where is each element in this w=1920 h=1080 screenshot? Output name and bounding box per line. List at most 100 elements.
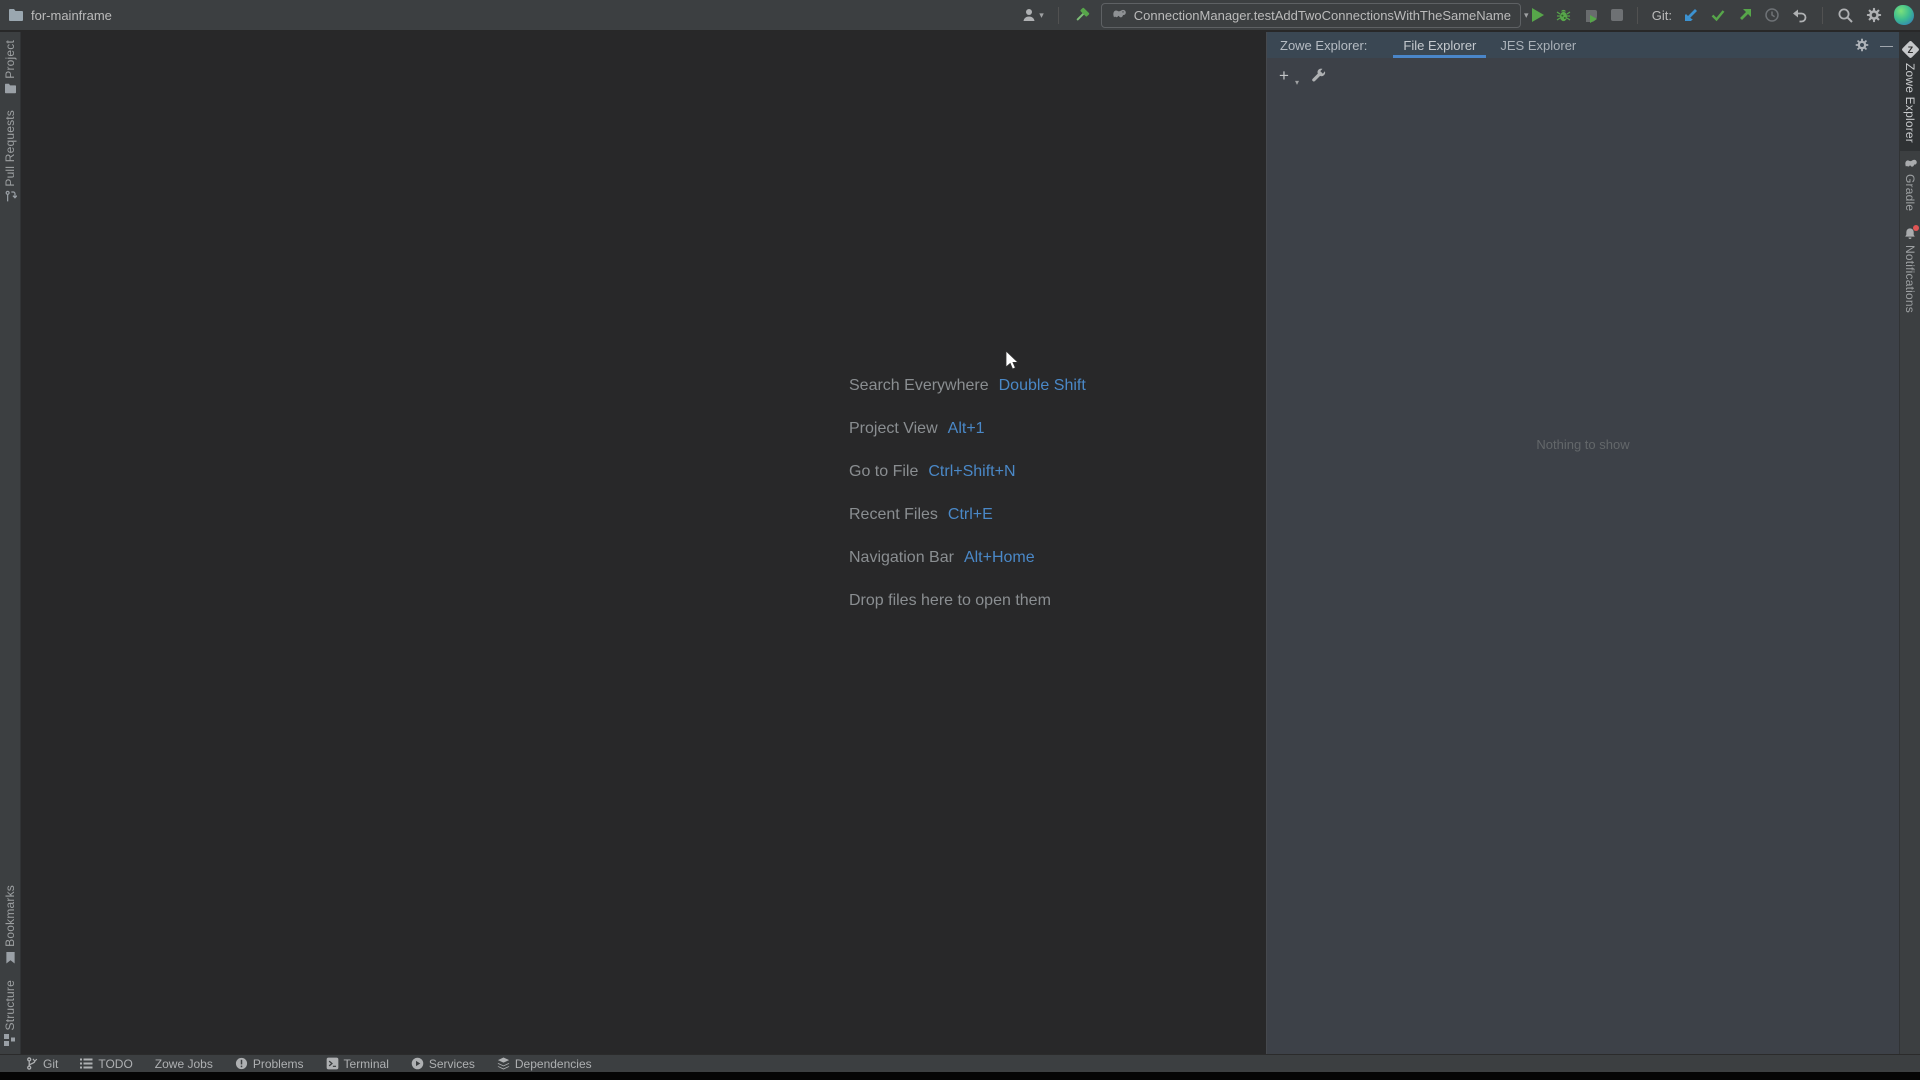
build-hammer-icon <box>1073 7 1090 24</box>
shortcut-row: Go to File Ctrl+Shift+N <box>849 450 1086 493</box>
sphere-icon <box>1894 5 1914 25</box>
shortcut-row: Drop files here to open them <box>849 579 1086 622</box>
shortcut-keys: Alt+Home <box>963 548 1035 566</box>
statusbar-item-git[interactable]: Git <box>26 1057 58 1071</box>
terminal-icon <box>326 1057 338 1070</box>
git-commit-button[interactable] <box>1710 7 1726 23</box>
stripe-button-pull-requests[interactable]: Pull Requests <box>0 102 21 212</box>
shortcut-row: Search Everywhere Double Shift <box>849 364 1086 407</box>
tool-window-gear-button[interactable] <box>1854 37 1870 53</box>
stripe-button-zowe-explorer[interactable]: Z Zowe Explorer <box>1899 32 1920 151</box>
code-with-me-button[interactable] <box>1894 5 1914 25</box>
empty-state-text: Nothing to show <box>1536 437 1630 452</box>
wrench-settings-button[interactable] <box>1311 67 1327 83</box>
toolbar-separator <box>1822 6 1823 24</box>
toolbar-separator <box>1057 6 1059 24</box>
gradle-task-icon <box>1111 9 1127 21</box>
dependencies-icon <box>497 1057 510 1070</box>
search-icon <box>1837 7 1854 24</box>
notification-badge <box>1913 225 1919 232</box>
problems-icon <box>235 1057 247 1070</box>
statusbar-item-terminal[interactable]: Terminal <box>326 1057 389 1071</box>
statusbar-label: TODO <box>98 1056 133 1071</box>
arrow-up-right-icon <box>1737 7 1753 23</box>
history-button[interactable] <box>1764 7 1780 23</box>
tab-file-explorer[interactable]: File Explorer <box>1391 32 1488 58</box>
debug-button[interactable] <box>1555 7 1572 24</box>
stop-button[interactable] <box>1610 9 1623 21</box>
git-push-button[interactable] <box>1737 7 1753 23</box>
mouse-cursor <box>1005 350 1020 371</box>
pull-request-icon <box>4 190 17 203</box>
rollback-button[interactable] <box>1791 7 1808 23</box>
profiler-icon <box>1583 7 1600 24</box>
tool-window-header: Zowe Explorer: File Explorer JES Explore… <box>1267 32 1899 58</box>
statusbar-item-services[interactable]: Services <box>411 1057 475 1071</box>
plus-icon: + <box>1279 65 1289 85</box>
minimize-button[interactable]: — <box>1880 39 1893 52</box>
shortcut-label: Go to File <box>849 462 919 480</box>
arrow-down-left-icon <box>1683 7 1699 23</box>
stripe-button-notifications[interactable]: Notifications <box>1900 219 1920 321</box>
tool-window-title: Zowe Explorer: <box>1280 37 1368 53</box>
build-project-button[interactable] <box>1073 7 1090 24</box>
undo-icon <box>1791 7 1808 23</box>
statusbar-label: Terminal <box>343 1056 389 1071</box>
shortcut-keys: Ctrl+Shift+N <box>928 462 1016 480</box>
stripe-button-bookmarks[interactable]: Bookmarks <box>0 877 21 972</box>
run-configuration-name: ConnectionManager.testAddTwoConnectionsW… <box>1133 7 1511 23</box>
main-toolbar: for-mainframe ▾ ConnectionManager.testAd… <box>0 0 1920 31</box>
bookmark-icon <box>5 951 16 964</box>
debug-bug-icon <box>1555 7 1572 24</box>
shortcut-row: Recent Files Ctrl+E <box>849 493 1086 536</box>
shortcut-label: Recent Files <box>849 505 938 523</box>
stripe-button-gradle[interactable]: Gradle <box>1900 151 1920 219</box>
shortcut-row: Project View Alt+1 <box>849 407 1086 450</box>
chevron-down-icon: ▾ <box>1523 9 1529 20</box>
toolbar-separator <box>1636 6 1638 24</box>
editor-empty-area: Search Everywhere Double Shift Project V… <box>22 32 1266 1054</box>
status-bar: Git TODO Zowe Jobs Problems Terminal Ser… <box>0 1054 1920 1072</box>
bell-icon <box>1903 225 1919 241</box>
project-folder-icon <box>8 8 24 22</box>
zowe-icon: Z <box>1900 40 1920 59</box>
user-profile-button[interactable]: ▾ <box>1021 7 1044 23</box>
statusbar-label: Zowe Jobs <box>154 1056 213 1071</box>
search-everywhere-button[interactable] <box>1837 7 1854 24</box>
stripe-label: Project <box>3 40 17 79</box>
user-icon <box>1021 7 1037 23</box>
profile-button[interactable] <box>1583 7 1600 24</box>
statusbar-item-dependencies[interactable]: Dependencies <box>497 1057 592 1071</box>
shortcut-row: Navigation Bar Alt+Home <box>849 536 1086 579</box>
ide-window: for-mainframe ▾ ConnectionManager.testAd… <box>0 0 1920 1080</box>
gear-icon <box>1865 6 1883 24</box>
stripe-label: Notifications <box>1903 245 1917 314</box>
stripe-label: Bookmarks <box>3 884 17 947</box>
run-configuration-select[interactable]: ConnectionManager.testAddTwoConnectionsW… <box>1100 2 1529 28</box>
run-button[interactable] <box>1531 8 1544 22</box>
stripe-label: Pull Requests <box>3 109 17 187</box>
git-label: Git: <box>1651 7 1672 23</box>
settings-button[interactable] <box>1865 6 1883 24</box>
right-tool-stripe: Z Zowe Explorer Gradle Notifications <box>1899 32 1920 1054</box>
statusbar-item-zowe-jobs[interactable]: Zowe Jobs <box>155 1057 213 1071</box>
structure-icon <box>4 1034 16 1046</box>
statusbar-label: Services <box>428 1056 475 1071</box>
shortcut-keys: Double Shift <box>998 376 1086 394</box>
statusbar-item-problems[interactable]: Problems <box>235 1057 304 1071</box>
project-name: for-mainframe <box>31 7 112 23</box>
screen-bottom-edge <box>0 1072 1920 1080</box>
shortcut-label: Search Everywhere <box>849 376 989 394</box>
tab-jes-explorer[interactable]: JES Explorer <box>1488 32 1588 58</box>
statusbar-item-todo[interactable]: TODO <box>80 1056 133 1071</box>
add-connection-button[interactable]: + ▾ <box>1279 65 1299 87</box>
chevron-down-icon: ▾ <box>1039 9 1044 20</box>
gradle-icon <box>1903 159 1918 170</box>
statusbar-label: Problems <box>252 1056 304 1071</box>
stripe-button-structure[interactable]: Structure <box>0 972 21 1055</box>
git-update-button[interactable] <box>1683 7 1699 23</box>
run-icon <box>1531 8 1544 22</box>
clock-icon <box>1764 7 1780 23</box>
stripe-button-project[interactable]: Project <box>0 32 21 102</box>
zowe-explorer-tool-window: Zowe Explorer: File Explorer JES Explore… <box>1266 32 1899 1054</box>
